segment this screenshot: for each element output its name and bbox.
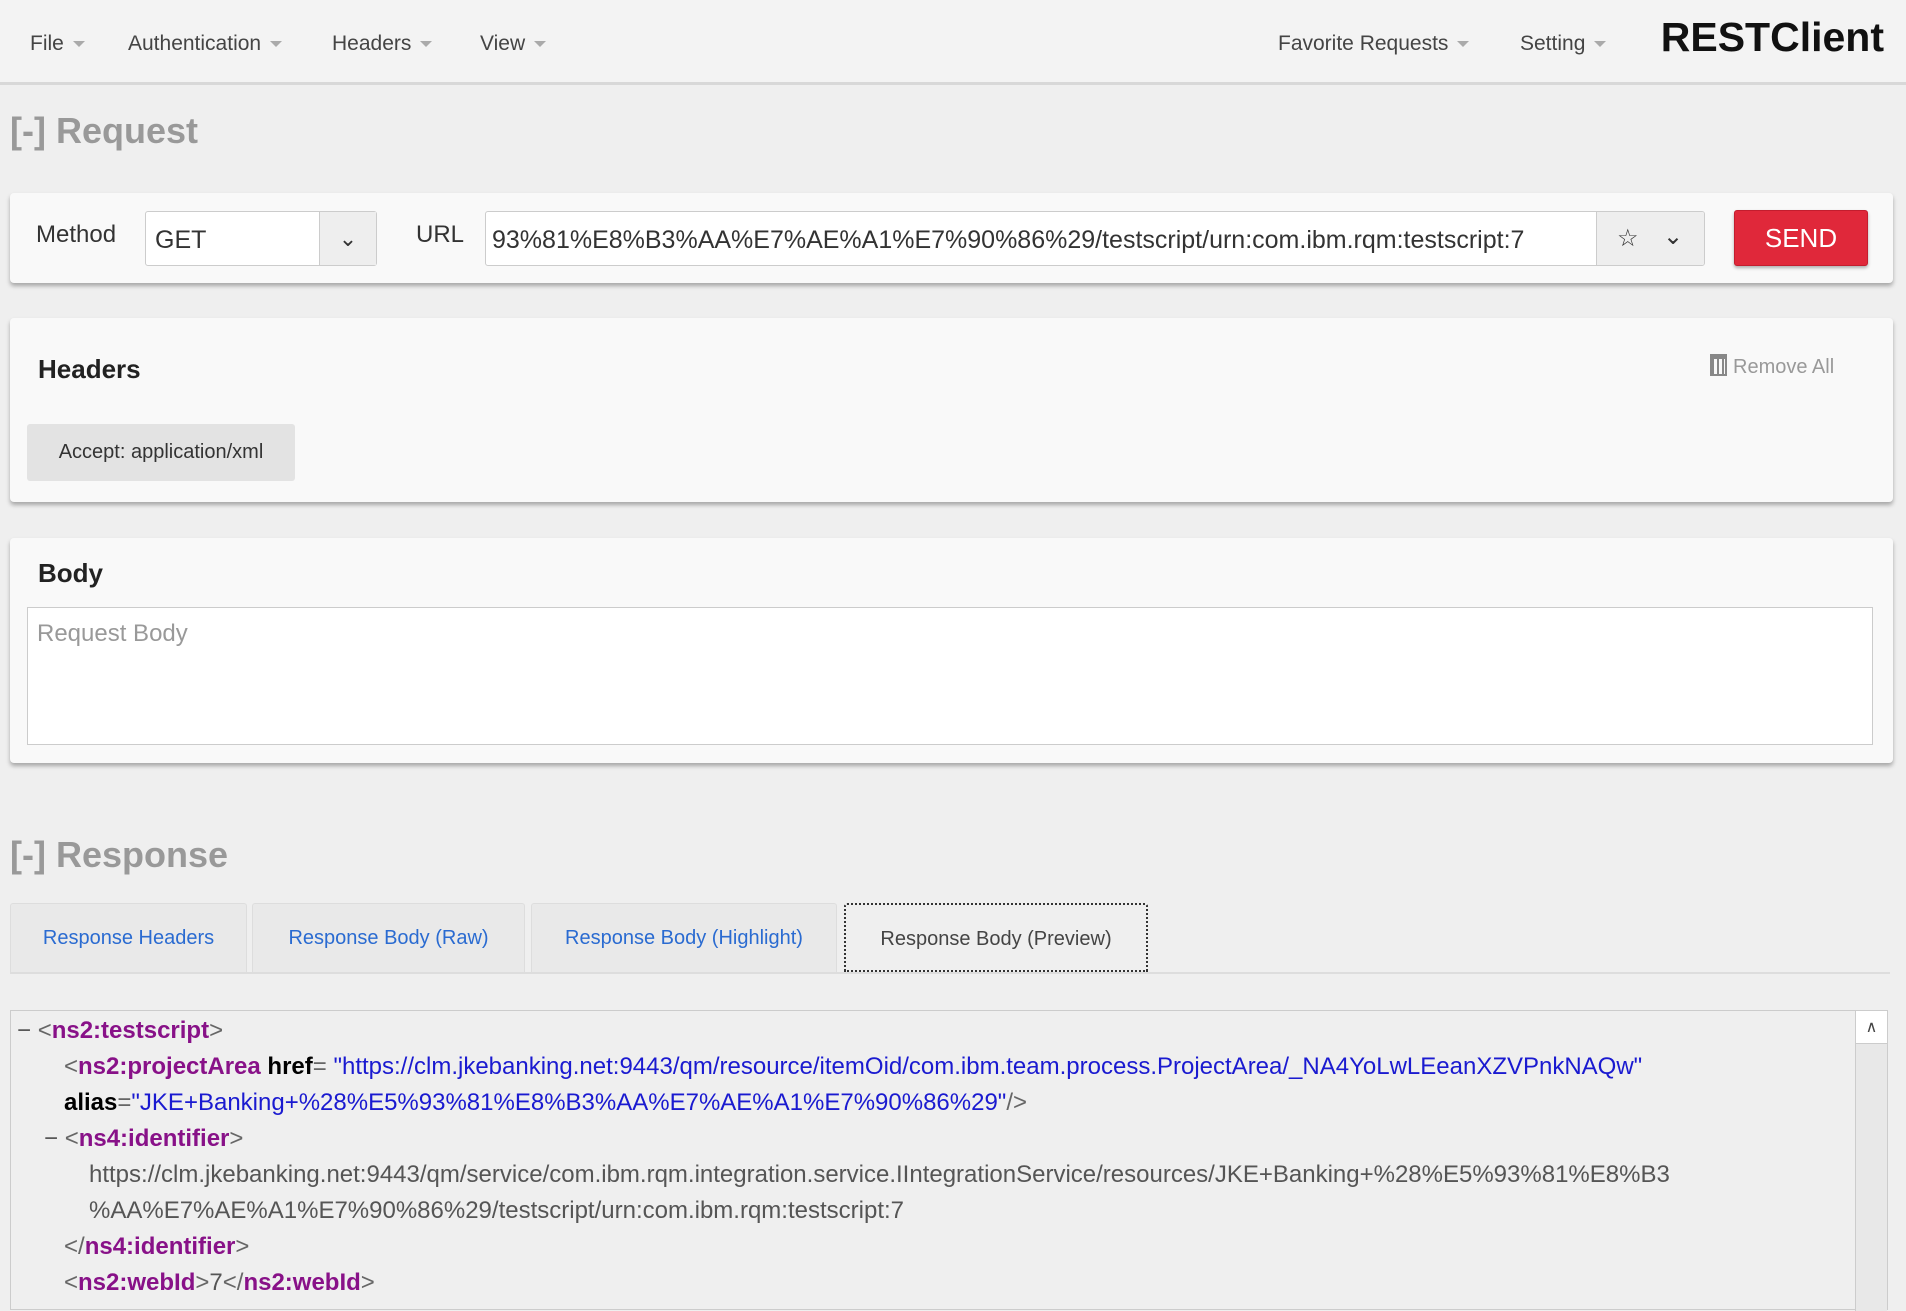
collapse-toggle[interactable]: − xyxy=(17,1017,31,1044)
response-preview: − <ns2:testscript> <ns2:projectArea href… xyxy=(10,1010,1888,1311)
menu-setting[interactable]: Setting xyxy=(1520,32,1607,56)
scrollbar[interactable]: ∧ xyxy=(1855,1011,1887,1311)
trash-icon xyxy=(1710,354,1727,376)
xml-line: <ns2:webId>7</ns2:webId> xyxy=(64,1269,375,1296)
request-section-toggle[interactable]: [-] Request xyxy=(10,110,198,152)
response-section-toggle[interactable]: [-] Response xyxy=(10,834,228,876)
headers-title: Headers xyxy=(38,354,141,384)
send-button[interactable]: SEND xyxy=(1734,210,1868,266)
xml-line: − <ns4:identifier> xyxy=(44,1125,244,1152)
menu-file[interactable]: File xyxy=(30,32,85,56)
tab-divider xyxy=(10,972,1890,974)
tab-response-headers[interactable]: Response Headers xyxy=(10,903,247,972)
xml-line: <ns2:projectArea href= "https://clm.jkeb… xyxy=(64,1053,1643,1080)
xml-text: https://clm.jkebanking.net:9443/qm/servi… xyxy=(89,1161,1670,1188)
chevron-down-icon[interactable]: ⌄ xyxy=(1663,222,1683,251)
caret-down-icon xyxy=(1457,41,1470,48)
xml-text: %AA%E7%AE%A1%E7%90%86%29/testscript/urn:… xyxy=(89,1197,905,1224)
tab-response-body-raw[interactable]: Response Body (Raw) xyxy=(252,903,525,972)
header-chip[interactable]: Accept: application/xml xyxy=(27,424,295,481)
star-icon[interactable]: ☆ xyxy=(1617,224,1639,253)
tab-response-body-highlight[interactable]: Response Body (Highlight) xyxy=(531,903,837,972)
xml-line: alias="JKE+Banking+%28%E5%93%81%E8%B3%AA… xyxy=(64,1089,1028,1116)
method-select[interactable]: GET ⌄ xyxy=(145,211,377,266)
request-body-input[interactable]: Request Body xyxy=(27,607,1873,745)
xml-line: − <ns2:testscript> xyxy=(17,1017,224,1044)
body-panel: Body Request Body xyxy=(10,538,1893,763)
url-input[interactable]: 93%81%E8%B3%AA%E7%AE%A1%E7%90%86%29/test… xyxy=(485,211,1705,266)
caret-down-icon xyxy=(420,41,433,48)
menu-headers[interactable]: Headers xyxy=(332,32,433,56)
xml-line: </ns4:identifier> xyxy=(64,1233,250,1260)
headers-panel: Headers Remove All Accept: application/x… xyxy=(10,318,1893,502)
method-label: Method xyxy=(36,221,117,248)
caret-down-icon xyxy=(1594,41,1607,48)
caret-down-icon xyxy=(534,41,547,48)
caret-down-icon xyxy=(72,41,85,48)
tab-response-body-preview[interactable]: Response Body (Preview) xyxy=(844,903,1148,972)
menu-view[interactable]: View xyxy=(480,32,547,56)
menu-authentication[interactable]: Authentication xyxy=(128,32,283,56)
caret-down-icon xyxy=(270,41,283,48)
menu-favorite-requests[interactable]: Favorite Requests xyxy=(1278,32,1470,56)
url-label: URL xyxy=(416,221,465,248)
body-title: Body xyxy=(38,558,103,588)
brand-logo: RESTClient xyxy=(1660,14,1884,60)
menu-bar: File Authentication Headers View Favorit… xyxy=(0,0,1906,85)
chevron-down-icon[interactable]: ⌄ xyxy=(319,212,376,265)
scroll-up-icon[interactable]: ∧ xyxy=(1856,1011,1887,1044)
request-bar: Method GET ⌄ URL 93%81%E8%B3%AA%E7%AE%A1… xyxy=(10,193,1893,283)
collapse-toggle[interactable]: − xyxy=(44,1125,58,1152)
remove-all-button[interactable]: Remove All xyxy=(1710,354,1834,379)
